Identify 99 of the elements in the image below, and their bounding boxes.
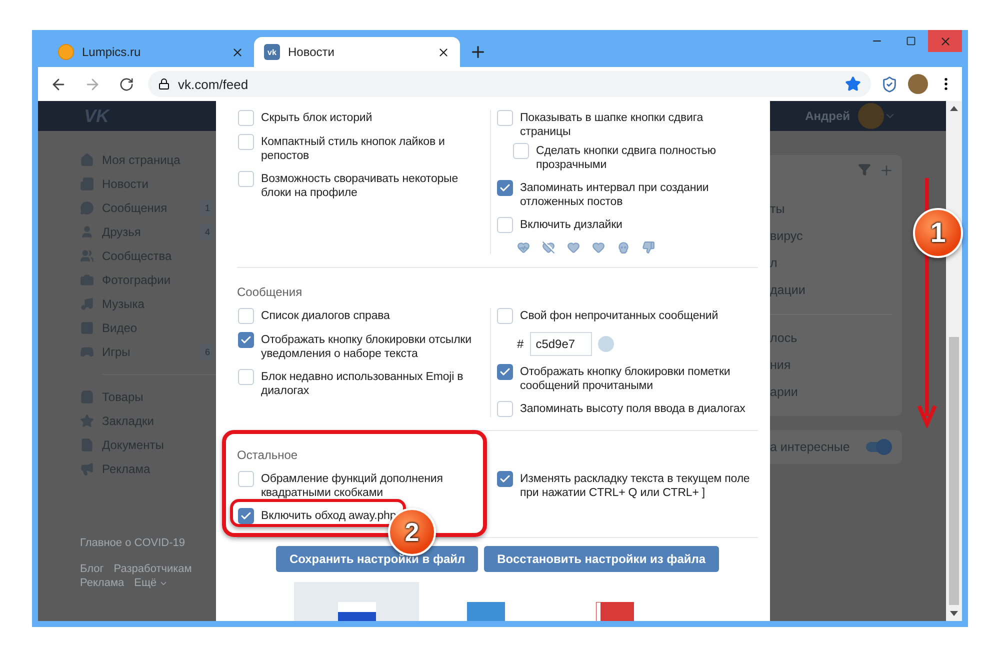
site-logo: vk [264, 44, 280, 60]
people-icon [80, 249, 94, 263]
checkbox[interactable] [497, 471, 513, 487]
crossed-heart-icon[interactable] [542, 241, 555, 254]
check-icon [499, 366, 511, 378]
document-icon [80, 438, 94, 452]
checkbox[interactable] [513, 143, 529, 159]
checkbox[interactable] [238, 308, 254, 324]
option-label: Отображать кнопку блокировки пометки сообщений прочитаными [520, 365, 732, 393]
skull-icon[interactable] [617, 241, 630, 254]
checkbox[interactable] [497, 364, 513, 380]
option-label: Блок недавно использованных Emoji в диалогах [261, 370, 464, 398]
option-label: Обрамление функций дополнения квадратными скобками [261, 472, 444, 500]
checkbox[interactable] [497, 180, 513, 196]
toggle-switch[interactable] [866, 442, 890, 452]
bag-icon [80, 390, 94, 404]
check-icon [240, 510, 252, 522]
close-icon [938, 34, 952, 48]
megaphone-icon [80, 462, 94, 476]
heart-icon[interactable] [592, 241, 605, 254]
checkbox[interactable] [238, 508, 254, 524]
footer-link[interactable]: Разработчикам [114, 563, 192, 575]
option-label: Отображать кнопку блокировки отсылки уведомления о наборе текста [261, 333, 472, 361]
color-input[interactable]: c5d9e7 [530, 332, 592, 356]
option-label: Список диалогов справа [261, 309, 390, 323]
footer-link[interactable]: Блог [80, 563, 104, 575]
check-icon [499, 182, 511, 194]
menu-item[interactable]: ты [770, 196, 902, 223]
section-title: Сообщения [237, 285, 304, 299]
option-label: Возможность сворачивать некоторые блоки на профиле [261, 172, 460, 200]
section-title: Остальное [237, 448, 299, 462]
option-label: Запоминать высоту поля ввода в диалогах [520, 402, 746, 416]
plus-icon [469, 43, 487, 61]
checkbox[interactable] [238, 369, 254, 385]
scrollbar[interactable] [946, 101, 962, 621]
hash-label: # [517, 337, 524, 351]
scroll-up-icon[interactable] [950, 105, 958, 111]
check-icon [240, 334, 252, 346]
checkbox[interactable] [497, 217, 513, 233]
option-label: Компактный стиль кнопок лайков и репостов [261, 135, 446, 163]
checkbox[interactable] [238, 171, 254, 187]
checkbox[interactable] [238, 110, 254, 126]
menu-item[interactable]: арии [770, 379, 902, 406]
extension-icon[interactable] [881, 76, 898, 92]
menu-item[interactable]: ния [770, 352, 902, 379]
speech-bubble-icon [80, 201, 94, 215]
footer-link[interactable]: Реклама [80, 577, 124, 589]
option-label: Запоминать интервал при создании отложенных постов [520, 181, 710, 209]
option-label: Включить дизлайки [520, 218, 622, 232]
person-icon [80, 225, 94, 239]
close-button[interactable] [928, 30, 962, 52]
language-option[interactable] [294, 582, 419, 621]
settings-button[interactable]: Сохранить настройки в файл [276, 546, 478, 572]
scroll-down-icon[interactable] [950, 611, 958, 617]
maximize-icon [906, 36, 916, 46]
checkbox[interactable] [497, 110, 513, 126]
broken-heart-icon[interactable] [567, 241, 580, 254]
menu-item[interactable]: лось [770, 325, 902, 352]
thumbs-down-icon[interactable] [642, 241, 655, 254]
plus-icon[interactable] [879, 163, 894, 178]
site-icon [58, 44, 74, 60]
address-bar[interactable]: vk.com/feed [148, 71, 871, 97]
checkbox[interactable] [238, 134, 254, 150]
gamepad-icon [80, 345, 94, 359]
close-icon[interactable] [231, 46, 244, 58]
heart-icon[interactable] [517, 241, 530, 254]
browser-tab[interactable]: vk Новости [254, 37, 460, 67]
option-label: Сделать кнопки сдвига полностью прозрачными [536, 144, 717, 172]
house-icon [80, 153, 94, 167]
music-note-icon [80, 297, 94, 311]
menu-item[interactable]: вирус [770, 223, 902, 250]
menu-item[interactable]: л [770, 250, 902, 277]
option-label: Свой фон непрочитанных сообщений [520, 309, 718, 323]
checkbox[interactable] [497, 308, 513, 324]
check-icon [499, 473, 511, 485]
settings-button[interactable]: Восстановить настройки из файла [484, 546, 719, 572]
toggle-label: а интересные [770, 438, 850, 456]
option-label: Показывать в шапке кнопки сдвига страницы [520, 111, 704, 139]
film-icon [80, 321, 94, 335]
option-label: Скрыть блок историй [261, 111, 372, 125]
reload-icon [118, 76, 134, 92]
checkbox[interactable] [238, 332, 254, 348]
browser-tab[interactable]: Lumpics.ru [48, 37, 254, 67]
menu-item[interactable]: дации [770, 277, 902, 304]
user-avatar[interactable] [858, 103, 884, 129]
checkbox[interactable] [497, 401, 513, 417]
camera-icon [80, 273, 94, 287]
footer-link[interactable]: Ещё [134, 577, 168, 589]
close-icon[interactable] [437, 46, 450, 58]
newspaper-icon [80, 177, 94, 191]
checkbox[interactable] [238, 471, 254, 487]
lock-icon [158, 78, 170, 90]
footer-link[interactable]: Главное о COVID-19 [80, 537, 216, 549]
user-name[interactable]: Андрей [805, 109, 850, 123]
filter-icon[interactable] [858, 163, 871, 176]
profile-avatar[interactable] [908, 74, 928, 94]
option-label: Изменять раскладку текста в текущем поле при нажатии CTRL+ Q или CTRL+ ] [520, 472, 750, 500]
bookmark-star-icon[interactable] [845, 76, 861, 92]
star-icon [80, 414, 94, 428]
